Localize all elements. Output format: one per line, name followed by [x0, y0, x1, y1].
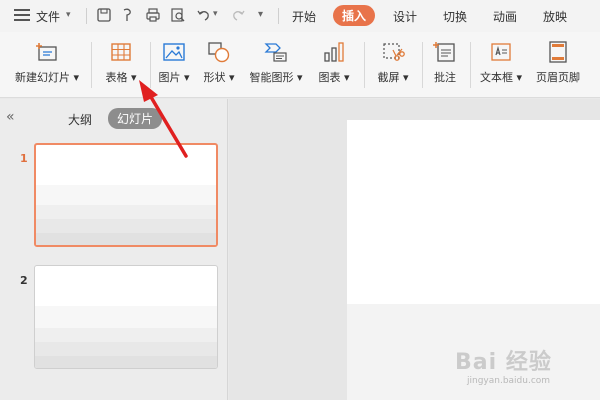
- header-footer-button[interactable]: 页眉页脚: [530, 38, 586, 94]
- header-footer-icon: [549, 41, 567, 63]
- new-slide-label: 新建幻灯片 ▾: [14, 71, 80, 84]
- divider: [422, 42, 423, 88]
- shape-label: 形状 ▾: [203, 71, 235, 84]
- insert-ribbon: 新建幻灯片 ▾ 表格 ▾ 图片 ▾ 形状 ▾ 智能图形 ▾ 图表 ▾ 截屏 ▾ …: [0, 32, 600, 98]
- collapse-panel-icon[interactable]: «: [6, 109, 15, 125]
- smart-art-icon: [264, 43, 287, 62]
- textbox-button[interactable]: 文本框 ▾: [474, 38, 528, 94]
- textbox-label: 文本框 ▾: [479, 71, 523, 84]
- divider: [364, 42, 365, 88]
- hamburger-menu-icon[interactable]: [14, 8, 30, 22]
- tab-outline[interactable]: 大纲: [68, 111, 92, 128]
- tab-home[interactable]: 开始: [292, 8, 316, 25]
- print-icon[interactable]: [145, 7, 161, 23]
- divider: [91, 42, 92, 88]
- new-slide-button[interactable]: 新建幻灯片 ▾: [8, 38, 86, 94]
- table-button[interactable]: 表格 ▾: [98, 38, 144, 94]
- textbox-icon: [491, 43, 511, 61]
- new-slide-icon: [36, 43, 57, 61]
- table-label: 表格 ▾: [105, 71, 137, 84]
- slide-panel: « 大纲 幻灯片 1 2: [0, 99, 228, 400]
- chart-button[interactable]: 图表 ▾: [312, 38, 356, 94]
- divider: [86, 8, 87, 24]
- slide-thumbnail-2[interactable]: [34, 265, 218, 369]
- divider: [278, 8, 279, 24]
- chart-label: 图表 ▾: [318, 71, 350, 84]
- file-menu-chevron-down-icon[interactable]: ▾: [66, 10, 71, 20]
- table-icon: [111, 43, 131, 61]
- picture-button[interactable]: 图片 ▾: [154, 38, 194, 94]
- tab-design[interactable]: 设计: [393, 8, 417, 25]
- tab-slides[interactable]: 幻灯片: [108, 108, 163, 129]
- header-footer-label: 页眉页脚: [536, 71, 580, 84]
- watermark-brand: Bai 经验: [455, 350, 552, 375]
- chart-icon: [324, 42, 344, 62]
- divider: [470, 42, 471, 88]
- shape-button[interactable]: 形状 ▾: [198, 38, 240, 94]
- slide-thumbnail-1[interactable]: [34, 143, 218, 247]
- tab-transitions[interactable]: 切换: [443, 8, 467, 25]
- comment-icon: [433, 42, 455, 62]
- comment-button[interactable]: 批注: [426, 38, 464, 94]
- shape-icon: [208, 42, 230, 63]
- picture-label: 图片 ▾: [158, 71, 190, 84]
- print-preview-icon[interactable]: [170, 7, 186, 23]
- slide-number: 2: [20, 274, 28, 287]
- screenshot-icon: [383, 43, 405, 61]
- smart-art-button[interactable]: 智能图形 ▾: [246, 38, 306, 94]
- baidu-jingyan-watermark: Bai 经验 jingyan.baidu.com: [455, 340, 590, 394]
- save-icon[interactable]: [96, 7, 112, 23]
- customize-toolbar-chevron-down-icon[interactable]: ▾: [258, 9, 263, 20]
- tab-slideshow[interactable]: 放映: [543, 8, 567, 25]
- smart-art-label: 智能图形 ▾: [249, 71, 303, 84]
- file-menu[interactable]: 文件: [36, 8, 60, 25]
- screenshot-label: 截屏 ▾: [377, 71, 409, 84]
- tab-animations[interactable]: 动画: [493, 8, 517, 25]
- menu-bar: 文件 ▾ ▾ ▾ 开始 插入 设计 切换 动画 放映: [0, 0, 600, 32]
- divider: [150, 42, 151, 88]
- undo-icon[interactable]: [196, 7, 212, 23]
- undo-chevron-down-icon[interactable]: ▾: [213, 9, 218, 19]
- tab-insert[interactable]: 插入: [333, 5, 376, 26]
- slide-number: 1: [20, 152, 28, 165]
- format-painter-icon[interactable]: [120, 7, 136, 23]
- redo-icon[interactable]: [230, 7, 246, 23]
- screenshot-button[interactable]: 截屏 ▾: [370, 38, 416, 94]
- comment-label: 批注: [434, 71, 456, 84]
- picture-icon: [163, 43, 185, 61]
- watermark-url: jingyan.baidu.com: [467, 376, 551, 386]
